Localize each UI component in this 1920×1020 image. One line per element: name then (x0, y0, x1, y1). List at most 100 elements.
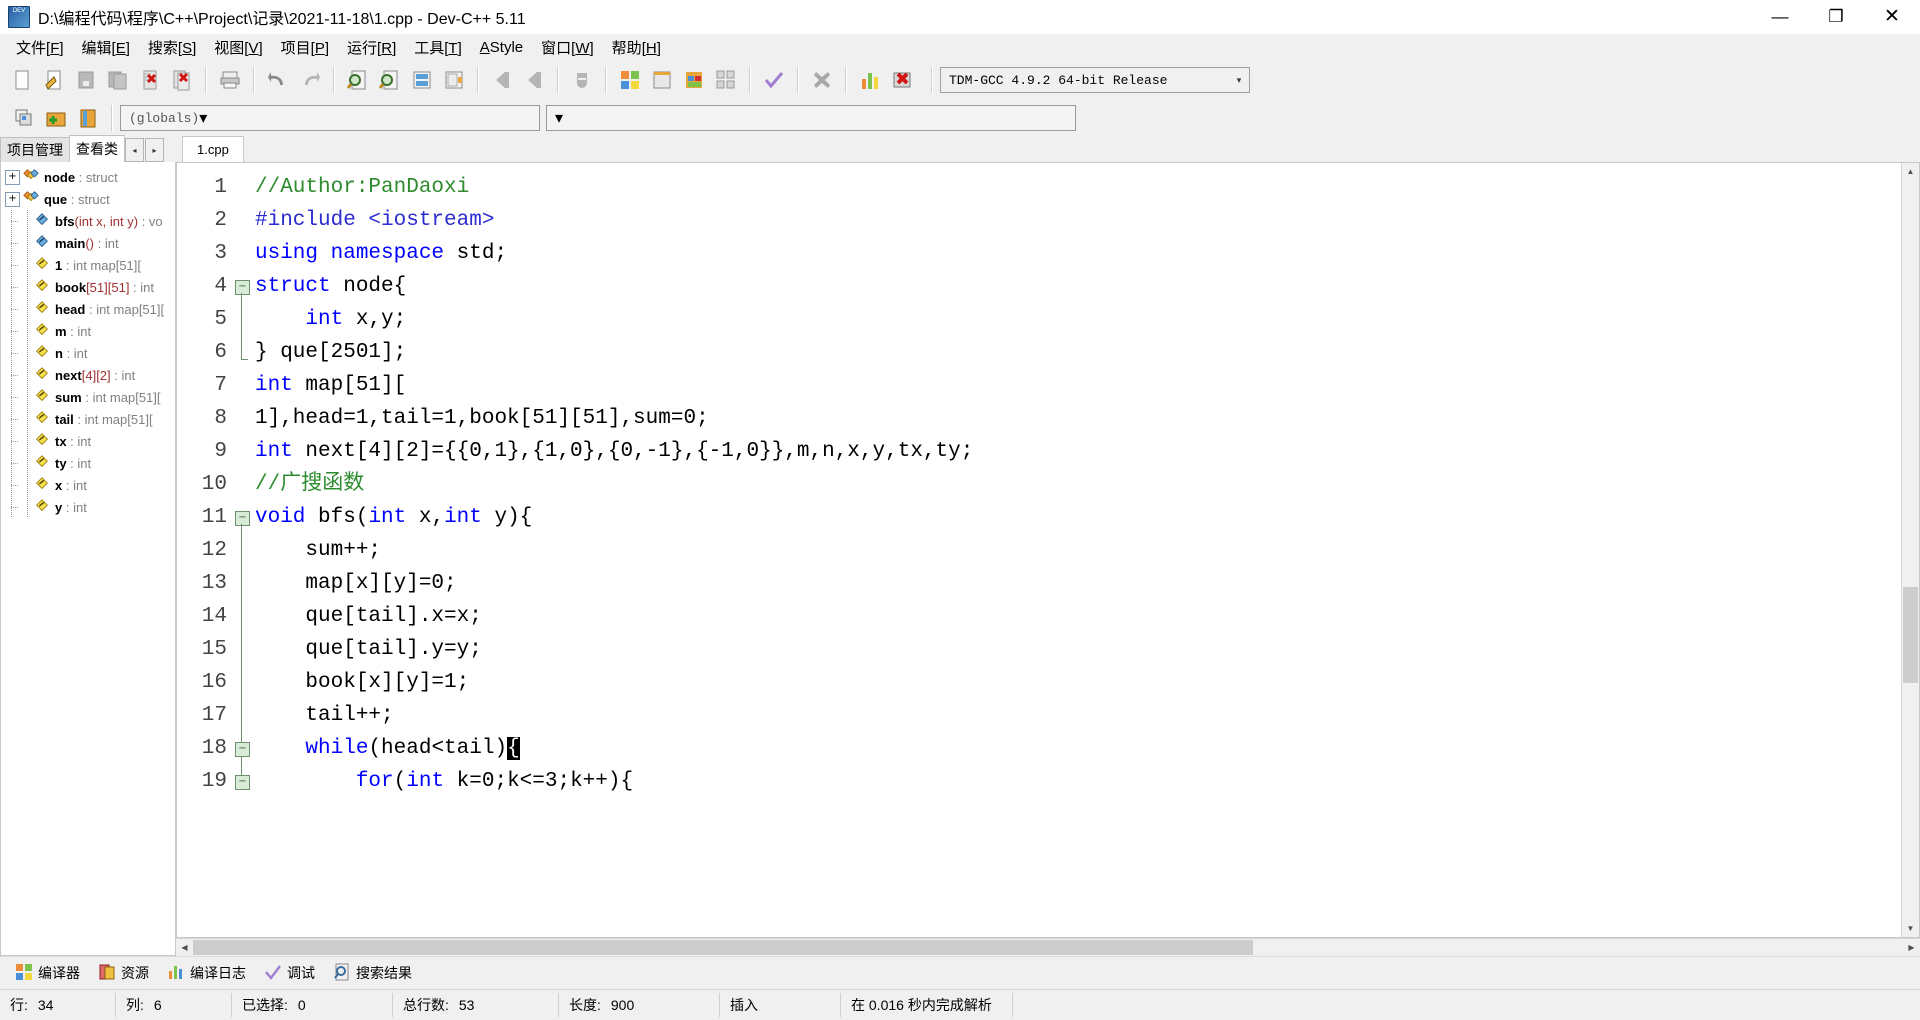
tree-item[interactable]: head : int map[51][ (1, 298, 175, 320)
tree-item[interactable]: y : int (1, 496, 175, 518)
menu-edit[interactable]: 编辑[E] (73, 35, 139, 60)
compile-icon[interactable] (615, 65, 645, 95)
member-combo[interactable]: ▾ (546, 105, 1076, 131)
bottom-tab-搜索结果[interactable]: 搜索结果 (324, 960, 421, 986)
tab-class-browser[interactable]: 查看类 (69, 135, 125, 162)
tree-item[interactable]: m : int (1, 320, 175, 342)
compiler-set-combo[interactable]: TDM-GCC 4.9.2 64-bit Release ▾ (940, 67, 1250, 93)
tree-item[interactable]: next [4][2] : int (1, 364, 175, 386)
code-line[interactable]: int map[51][ (255, 369, 1901, 402)
tree-expander[interactable]: + (5, 191, 20, 207)
code-line[interactable]: #include <iostream> (255, 204, 1901, 237)
tree-item[interactable]: book [51][51] : int (1, 276, 175, 298)
code-line[interactable]: int x,y; (255, 303, 1901, 336)
bottom-tab-编译日志[interactable]: 编译日志 (158, 960, 255, 986)
close-button[interactable]: ✕ (1864, 0, 1920, 33)
code-line[interactable]: void bfs(int x,int y){ (255, 501, 1901, 534)
code-line[interactable]: map[x][y]=0; (255, 567, 1901, 600)
code-line[interactable]: } que[2501]; (255, 336, 1901, 369)
run-icon[interactable] (647, 65, 677, 95)
scroll-right-button[interactable]: ▶ (1903, 939, 1920, 956)
code-line[interactable]: //Author:PanDaoxi (255, 171, 1901, 204)
menu-astyle[interactable]: AStyle (471, 37, 532, 58)
new-member-icon[interactable] (73, 103, 103, 133)
code-line[interactable]: while(head<tail){ (255, 732, 1901, 765)
tab-prev-button[interactable]: ◂ (125, 138, 144, 162)
editor-vertical-scrollbar[interactable]: ▲ ▼ (1901, 163, 1919, 937)
profile-icon[interactable] (855, 65, 885, 95)
maximize-button[interactable]: ❐ (1808, 0, 1864, 33)
fold-toggle[interactable]: − (235, 280, 250, 295)
toggle-icon[interactable] (567, 65, 597, 95)
bottom-tab-编译器[interactable]: 编译器 (6, 960, 89, 986)
tree-item[interactable]: + node : struct (1, 166, 175, 188)
goto-function-icon[interactable] (439, 65, 469, 95)
scroll-up-button[interactable]: ▲ (1902, 163, 1919, 180)
undo-icon[interactable] (263, 65, 293, 95)
tree-expander[interactable]: + (5, 169, 20, 185)
save-all-icon[interactable] (103, 65, 133, 95)
chevron-down-icon[interactable]: ▾ (199, 108, 207, 128)
code-line[interactable]: sum++; (255, 534, 1901, 567)
compile-run-icon[interactable] (679, 65, 709, 95)
debug-icon[interactable] (887, 65, 917, 95)
editor-horizontal-scrollbar[interactable]: ◀ ▶ (176, 938, 1920, 956)
tree-item[interactable]: x : int (1, 474, 175, 496)
chevron-down-icon[interactable]: ▾ (1229, 75, 1249, 86)
new-file-icon[interactable] (7, 65, 37, 95)
scroll-down-button[interactable]: ▼ (1902, 920, 1919, 937)
close-file-icon[interactable] (135, 65, 165, 95)
close-all-icon[interactable] (167, 65, 197, 95)
scroll-left-button[interactable]: ◀ (176, 939, 193, 956)
fold-toggle[interactable]: − (235, 775, 250, 790)
code-editor[interactable]: 1 2 3 4 5 6 7 8 9 10 11 12 13 14 15 16 17 18 19 − − − − //Aut… (176, 162, 1920, 938)
tree-item[interactable]: + que : struct (1, 188, 175, 210)
tree-item[interactable]: sum : int map[51][ (1, 386, 175, 408)
find-icon[interactable] (343, 65, 373, 95)
menu-run[interactable]: 运行[R] (338, 35, 405, 60)
bottom-tab-资源[interactable]: 资源 (89, 960, 158, 986)
horizontal-scroll-track[interactable] (193, 939, 1903, 956)
tab-project-manager[interactable]: 项目管理 (0, 137, 70, 162)
code-line[interactable]: 1],head=1,tail=1,book[51][51],sum=0; (255, 402, 1901, 435)
menu-view[interactable]: 视图[V] (205, 35, 271, 60)
code-line[interactable]: que[tail].x=x; (255, 600, 1901, 633)
tree-item[interactable]: tx : int (1, 430, 175, 452)
tree-item[interactable]: ty : int (1, 452, 175, 474)
vertical-scroll-thumb[interactable] (1903, 587, 1918, 684)
menu-file[interactable]: 文件[F] (7, 35, 73, 60)
code-line[interactable]: book[x][y]=1; (255, 666, 1901, 699)
code-line[interactable]: //广搜函数 (255, 468, 1901, 501)
fold-toggle[interactable]: − (235, 742, 250, 757)
syntax-check-icon[interactable] (759, 65, 789, 95)
code-line[interactable]: for(int k=0;k<=3;k++){ (255, 765, 1901, 798)
code-line[interactable]: que[tail].y=y; (255, 633, 1901, 666)
save-icon[interactable] (71, 65, 101, 95)
tree-item[interactable]: main() : int (1, 232, 175, 254)
editor-tab-1cpp[interactable]: 1.cpp (182, 136, 244, 162)
rebuild-icon[interactable] (711, 65, 741, 95)
code-text[interactable]: //Author:PanDaoxi #include <iostream> usin… (255, 163, 1901, 937)
code-folding-column[interactable]: − − − − (233, 163, 255, 937)
menu-window[interactable]: 窗口[W] (532, 35, 603, 60)
chevron-down-icon[interactable]: ▾ (555, 108, 563, 128)
add-to-project-icon[interactable] (9, 103, 39, 133)
scope-combo[interactable]: (globals) ▾ (120, 105, 540, 131)
menu-search[interactable]: 搜索[S] (139, 35, 205, 60)
stop-execution-icon[interactable] (807, 65, 837, 95)
code-line[interactable]: using namespace std; (255, 237, 1901, 270)
menu-project[interactable]: 项目[P] (272, 35, 338, 60)
print-icon[interactable] (215, 65, 245, 95)
menu-help[interactable]: 帮助[H] (603, 35, 670, 60)
horizontal-scroll-thumb[interactable] (193, 940, 1254, 955)
goto-line-icon[interactable] (407, 65, 437, 95)
code-line[interactable]: struct node{ (255, 270, 1901, 303)
menu-tools[interactable]: 工具[T] (405, 35, 471, 60)
back-icon[interactable] (487, 65, 517, 95)
vertical-scroll-track[interactable] (1902, 180, 1919, 920)
open-file-icon[interactable] (39, 65, 69, 95)
tree-item[interactable]: bfs (int x, int y) : vo (1, 210, 175, 232)
redo-icon[interactable] (295, 65, 325, 95)
fold-toggle[interactable]: − (235, 511, 250, 526)
bottom-tab-调试[interactable]: 调试 (255, 960, 324, 986)
